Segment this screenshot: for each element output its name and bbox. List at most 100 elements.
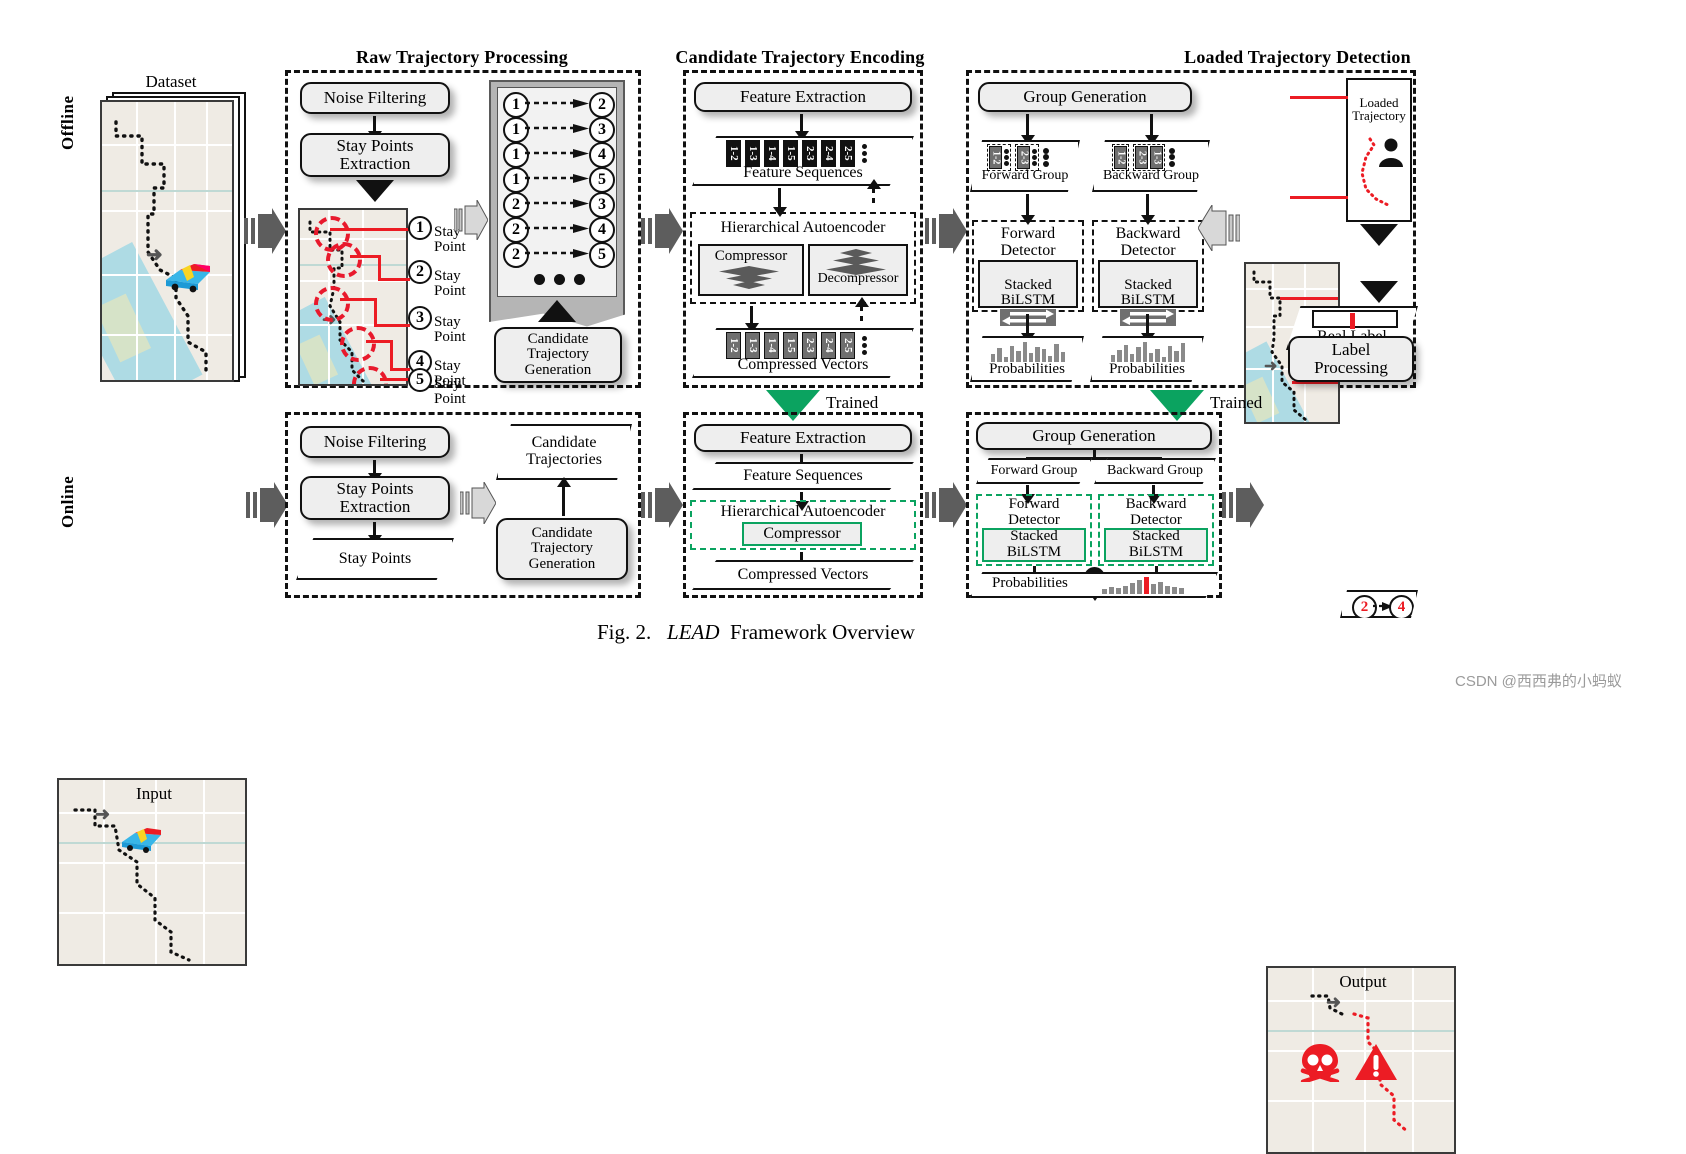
flow-arrow-input-to-raw [246,482,288,528]
flow-arrow-raw-to-encoding [641,208,683,254]
compressed-card-2: 1-3 [745,332,760,359]
feature-card-2: 1-3 [745,140,760,167]
online-feature-sequences-label: Feature Sequences [743,466,863,484]
offline-backward-probabilities-label: Probabilities [1109,361,1185,377]
arrow-online-stay-to-points [373,522,376,536]
stay-point-label-2: Stay Point [434,254,480,299]
online-noise-filtering[interactable]: Noise Filtering [300,426,450,458]
offline-forward-bilstm-label: Stacked BiLSTM [1000,277,1056,308]
vehicle-icon [160,260,214,294]
loaded-pair-to: 4 [1389,595,1414,618]
triangle-candidate-generation [538,300,576,322]
online-backward-bilstm[interactable]: Stacked BiLSTM [1104,528,1208,562]
flow-arrow-map-to-detection [1198,205,1240,251]
candidate-to-4: 5 [589,167,615,193]
arrow-bd-to-prob [1146,314,1149,334]
stay-circle-2 [326,242,362,278]
arrow-ctg-to-candidates [562,486,565,516]
figure-caption: Fig. 2. LEAD Framework Overview [597,620,915,645]
offline-backward-bilstm[interactable]: Stacked BiLSTM [1098,260,1198,326]
online-stay-points-extraction[interactable]: Stay Points Extraction [300,476,450,520]
row-label-offline-text: Offline [58,95,77,151]
arrow-cv-to-decomp [860,306,863,324]
offline-forward-group-label: Forward Group [981,168,1069,183]
stay-point-badge-1-text: 1 [416,219,424,236]
online-backward-group: Backward Group [1094,458,1216,484]
offline-stay-points-extraction[interactable]: Stay Points Extraction [300,133,450,177]
arrow-gg-to-bg [1150,114,1153,136]
online-forward-bilstm[interactable]: Stacked BiLSTM [982,528,1086,562]
arrow-noise-to-stay [373,116,376,132]
offline-noise-filtering-label: Noise Filtering [323,88,427,108]
offline-label-processing[interactable]: Label Processing [1288,336,1414,382]
offline-forward-detector-label: Forward Detector [1000,225,1056,259]
offline-compressor[interactable]: Compressor [698,244,804,296]
stay-point-badge-5: 5 [408,368,432,392]
stay-point-badge-3-text: 3 [416,309,424,326]
compressed-card-4: 1-5 [783,332,798,359]
arrow-fg-to-fd [1026,194,1029,216]
triangle-stay-extraction [356,180,394,202]
online-compressor[interactable]: Compressor [742,522,862,546]
online-noise-filtering-label: Noise Filtering [323,432,427,452]
online-backward-detector-label: Backward Detector [1125,496,1187,528]
feature-card-3: 1-4 [764,140,779,167]
caption-rest: Framework Overview [730,620,915,644]
triangle-pair-to-label [1360,281,1398,303]
offline-noise-filtering[interactable]: Noise Filtering [300,82,450,114]
caption-prefix: Fig. 2. [597,620,652,644]
online-forward-detector-label: Forward Detector [1008,496,1060,528]
stay-point-badge-3: 3 [408,306,432,330]
offline-group-generation[interactable]: Group Generation [978,82,1192,112]
online-feature-sequences: Feature Sequences [692,462,914,490]
skull-icon [1298,1042,1342,1085]
candidate-to-2: 3 [589,117,615,143]
offline-label-processing-label: Label Processing [1314,340,1388,377]
offline-forward-probabilities: Probabilities [970,336,1084,382]
online-candidate-trajectories: Candidate Trajectories [496,424,632,480]
stay-point-label-2-text: Stay Point [434,268,466,299]
backward-prob-bars [1111,342,1185,362]
offline-feature-sequences-label: Feature Sequences [743,164,863,181]
forward-group-card-2: 2-3 [1017,146,1030,169]
arrow-fd-to-prob [1026,314,1029,334]
online-candidate-trajectory-generation[interactable]: Candidate Trajectory Generation [496,518,628,580]
offline-stay-points-extraction-label: Stay Points Extraction [336,136,414,173]
backward-group-card-2: 2-3 [1135,146,1148,169]
trained-label-encoding: Trained [826,393,879,412]
online-probabilities-label: Probabilities [992,575,1068,591]
stage-title-raw-text: Raw Trajectory Processing [356,46,568,67]
online-forward-group: Forward Group [976,458,1092,484]
triangle-legend-to-pair [1360,224,1398,246]
offline-ctg-label: Candidate Trajectory Generation [524,330,592,378]
compressed-card-7: 2-5 [840,332,855,359]
output-map: Output ➜ [1266,966,1456,1154]
offline-compressor-label: Compressor [714,248,788,264]
offline-group-generation-label: Group Generation [1023,87,1147,107]
offline-decompressor[interactable]: Decompressor [808,244,908,296]
watermark: CSDN @西西弗的小蚂蚁 [1455,673,1622,690]
feature-card-4: 1-5 [783,140,798,167]
offline-candidate-trajectory-generation[interactable]: Candidate Trajectory Generation [494,327,622,383]
row-label-online-text: Online [58,475,77,528]
offline-backward-group: 1-2 2-3 1-3 Backward Group [1092,140,1210,192]
input-map: Input ➜ [57,778,247,966]
candidate-trajectory-list: 1 2 1 3 1 4 1 5 2 3 2 4 2 5 [489,80,625,327]
flow-arrow-online-stay-to-candidate [460,482,496,524]
compressed-cards-ellipsis [862,335,867,357]
offline-compressed-vectors: 1-2 1-3 1-4 1-5 2-3 2-4 2-5 Compressed V… [692,328,914,378]
row-label-offline: Offline [58,80,78,151]
offline-forward-bilstm[interactable]: Stacked BiLSTM [978,260,1078,326]
feature-card-1: 1-2 [726,140,741,167]
figure-root: Offline Online Raw Trajectory Processing… [0,0,1686,1154]
candidate-to-1: 2 [589,92,615,118]
offline-backward-probabilities: Probabilities [1090,336,1204,382]
stage-title-encoding-text: Candidate Trajectory Encoding [675,46,925,67]
forward-prob-bars [991,342,1065,362]
online-forward-group-label: Forward Group [990,462,1078,478]
flow-arrow-stay-to-candidates [454,200,488,240]
online-backward-group-label: Backward Group [1106,462,1204,478]
online-feature-extraction[interactable]: Feature Extraction [694,424,912,452]
offline-feature-extraction[interactable]: Feature Extraction [694,82,912,112]
online-group-generation[interactable]: Group Generation [976,422,1212,450]
